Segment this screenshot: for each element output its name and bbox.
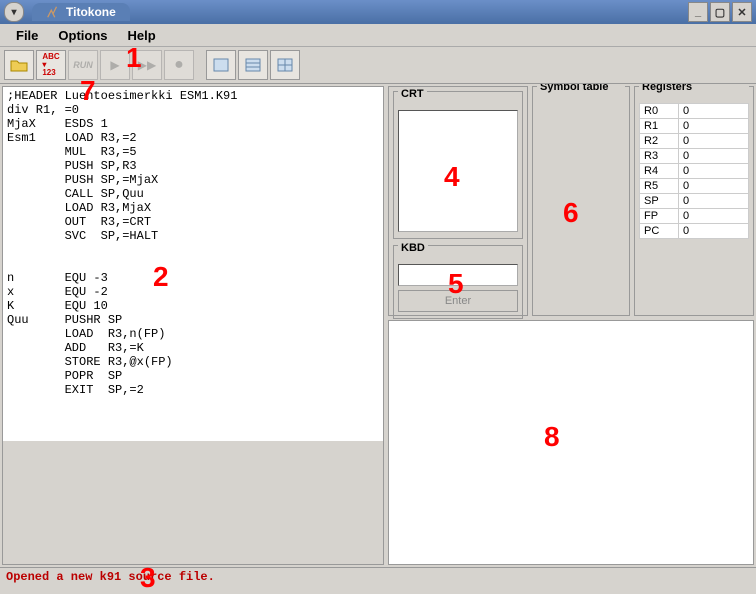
crt-display: 4 xyxy=(398,110,518,232)
table-row: R10 xyxy=(640,119,749,134)
step-icon: ▶ xyxy=(110,58,119,72)
minimize-button[interactable]: _ xyxy=(688,2,708,22)
symbol-table-panel: Symbol table 6 xyxy=(532,86,630,316)
system-menu-button[interactable]: ▾ xyxy=(4,2,24,22)
fast-button[interactable]: ▶▶ xyxy=(132,50,162,80)
annotation-8: 8 xyxy=(544,421,560,453)
symtab-label: Symbol table xyxy=(537,84,625,93)
kbd-label: KBD xyxy=(398,242,428,254)
table-row: SP0 xyxy=(640,194,749,209)
registers-label: Registers xyxy=(639,84,749,93)
fast-icon: ▶▶ xyxy=(138,58,156,72)
view2-button[interactable] xyxy=(238,50,268,80)
io-panel: CRT 4 KBD Enter 5 xyxy=(388,86,528,316)
folder-icon xyxy=(10,58,28,72)
view1-button[interactable] xyxy=(206,50,236,80)
annotation-4: 4 xyxy=(444,161,460,193)
menu-options[interactable]: Options xyxy=(48,26,117,45)
stop-button[interactable]: ● xyxy=(164,50,194,80)
kbd-enter-button[interactable]: Enter xyxy=(398,290,518,312)
table-row: R20 xyxy=(640,134,749,149)
table-row: R50 xyxy=(640,179,749,194)
kbd-input[interactable] xyxy=(398,264,518,286)
annotation-6: 6 xyxy=(563,197,579,229)
list-icon xyxy=(245,58,261,72)
grid-icon xyxy=(277,58,293,72)
status-bar: Opened a new k91 source file. 3 xyxy=(0,567,756,592)
run-icon: RUN xyxy=(73,60,93,70)
title-tab: Titokone xyxy=(32,3,130,21)
stop-icon: ● xyxy=(174,56,184,74)
output-area: 8 xyxy=(388,320,754,565)
source-code[interactable]: ;HEADER Luentoesimerkki ESM1.K91 div R1,… xyxy=(3,87,383,441)
code-panel: ;HEADER Luentoesimerkki ESM1.K91 div R1,… xyxy=(2,86,384,565)
registers-table: R00 R10 R20 R30 R40 R50 SP0 FP0 PC0 xyxy=(639,103,749,239)
table-row: R30 xyxy=(640,149,749,164)
crt-label: CRT xyxy=(398,88,427,100)
abc123-icon: ABC▾123 xyxy=(42,53,59,77)
status-text: Opened a new k91 source file. xyxy=(6,570,215,584)
table-row: R00 xyxy=(640,104,749,119)
table-row: FP0 xyxy=(640,209,749,224)
menu-file[interactable]: File xyxy=(6,26,48,45)
table-row: R40 xyxy=(640,164,749,179)
step-button[interactable]: ▶ xyxy=(100,50,130,80)
menubar: File Options Help xyxy=(0,24,756,47)
view3-button[interactable] xyxy=(270,50,300,80)
window-icon xyxy=(213,58,229,72)
maximize-button[interactable]: ▢ xyxy=(710,2,730,22)
toolbar: ABC▾123 RUN ▶ ▶▶ 1 ● xyxy=(0,47,756,84)
close-button[interactable]: ✕ xyxy=(732,2,752,22)
registers-panel: Registers R00 R10 R20 R30 R40 R50 SP0 FP… xyxy=(634,86,754,316)
window-title: Titokone xyxy=(66,5,116,19)
app-icon xyxy=(46,5,60,19)
run-button[interactable]: RUN xyxy=(68,50,98,80)
table-row: PC0 xyxy=(640,224,749,239)
titlebar: ▾ Titokone _ ▢ ✕ xyxy=(0,0,756,24)
menu-help[interactable]: Help xyxy=(118,26,166,45)
compile-button[interactable]: ABC▾123 xyxy=(36,50,66,80)
open-button[interactable] xyxy=(4,50,34,80)
